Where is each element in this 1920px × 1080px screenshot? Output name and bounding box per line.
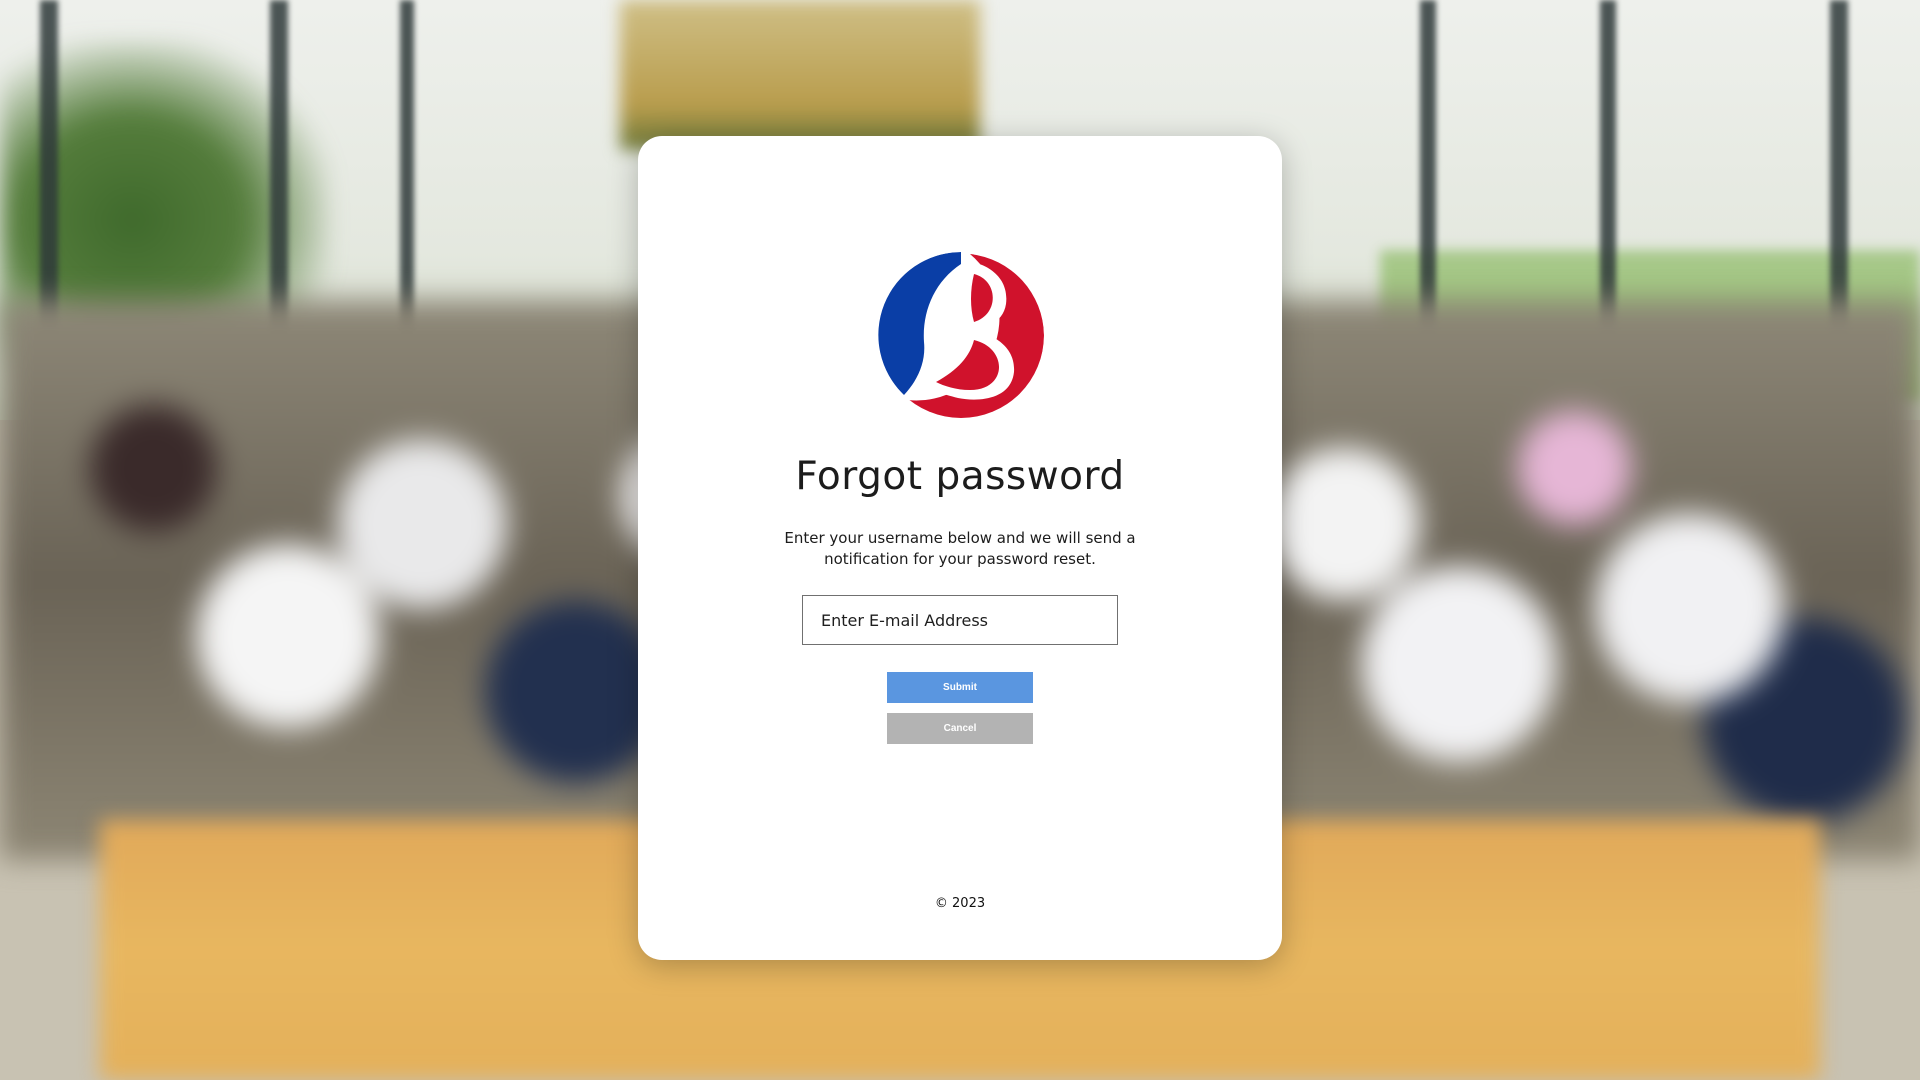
- email-input[interactable]: [802, 595, 1118, 645]
- cancel-button[interactable]: Cancel: [887, 713, 1033, 744]
- background-hut: [620, 0, 980, 150]
- forgot-password-card: Forgot password Enter your username belo…: [638, 136, 1282, 960]
- copyright-footer: © 2023: [934, 896, 986, 911]
- page-title: Forgot password: [795, 454, 1125, 499]
- page-description: Enter your username below and we will se…: [784, 529, 1136, 568]
- submit-button[interactable]: Submit: [887, 672, 1033, 703]
- brand-logo-icon: [878, 252, 1044, 418]
